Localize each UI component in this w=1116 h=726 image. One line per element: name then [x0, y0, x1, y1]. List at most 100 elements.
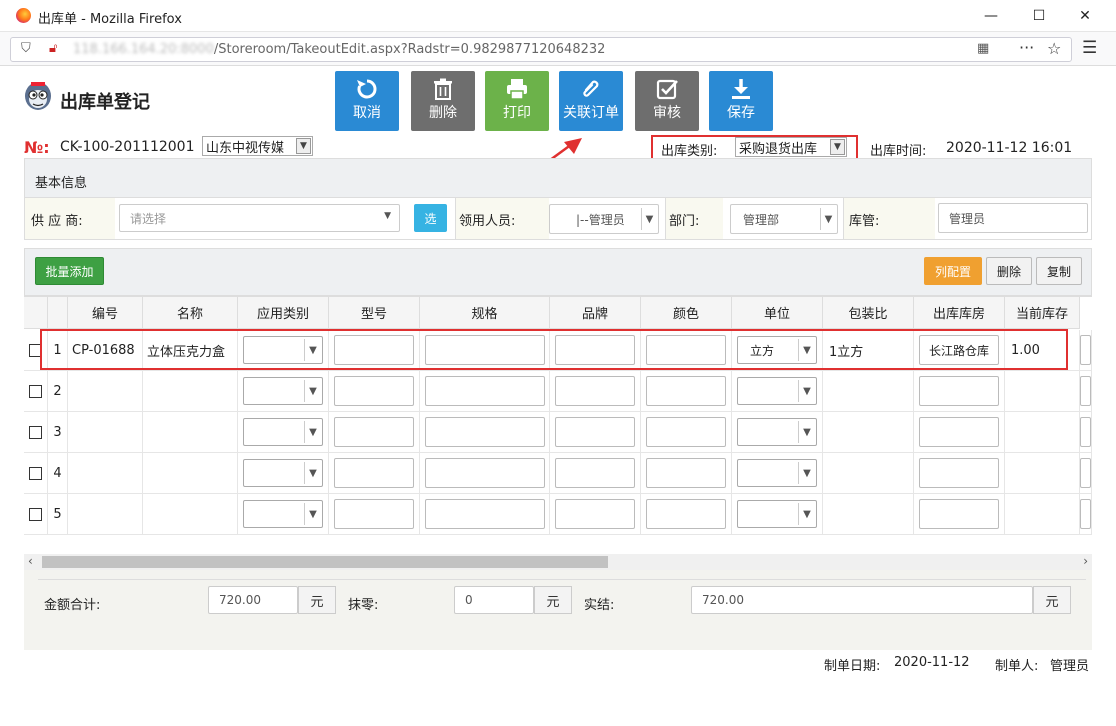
- category-select[interactable]: ▼: [243, 377, 323, 405]
- grid-header-cell[interactable]: 单位: [732, 297, 823, 329]
- grid-header-cell[interactable]: 出库库房: [914, 297, 1005, 329]
- minimize-icon[interactable]: —: [968, 0, 1014, 32]
- row-checkbox[interactable]: [29, 343, 42, 357]
- grid-delete-button[interactable]: 删除: [986, 257, 1032, 285]
- overflow-input[interactable]: [1080, 499, 1091, 529]
- room-cell: 长江路仓库: [914, 330, 1005, 371]
- time-value[interactable]: 2020-11-12 16:01: [946, 140, 1092, 160]
- room-picker[interactable]: [919, 376, 999, 406]
- brand-input[interactable]: [555, 499, 635, 529]
- final-field[interactable]: 720.00: [691, 586, 1033, 614]
- round-field[interactable]: 0: [454, 586, 534, 614]
- room-picker[interactable]: [919, 499, 999, 529]
- unit-select[interactable]: ▼: [737, 377, 817, 405]
- insecure-lock-icon[interactable]: 🔓︎: [49, 41, 57, 56]
- color-input[interactable]: [646, 417, 726, 447]
- model-input[interactable]: [334, 499, 414, 529]
- grid-header-cell[interactable]: 当前库存: [1005, 297, 1080, 329]
- brand-input[interactable]: [555, 458, 635, 488]
- grid-header-cell[interactable]: 名称: [143, 297, 238, 329]
- batch-add-button[interactable]: 批量添加: [35, 257, 104, 285]
- menu-icon[interactable]: ☰: [1082, 38, 1097, 58]
- company-select[interactable]: 山东中视传媒 ▼: [202, 136, 313, 156]
- brand-input[interactable]: [555, 376, 635, 406]
- category-select[interactable]: ▼: [243, 459, 323, 487]
- grid-header-cell[interactable]: 规格: [420, 297, 550, 329]
- row-checkbox[interactable]: [29, 466, 42, 480]
- column-config-button[interactable]: 列配置: [924, 257, 982, 285]
- room-picker[interactable]: [919, 417, 999, 447]
- model-input[interactable]: [334, 417, 414, 447]
- row-checkbox[interactable]: [29, 384, 42, 398]
- grid-header-cell[interactable]: 编号: [68, 297, 143, 329]
- grid-header-cell[interactable]: 颜色: [641, 297, 732, 329]
- category-select[interactable]: ▼: [243, 500, 323, 528]
- color-input[interactable]: [646, 458, 726, 488]
- model-input[interactable]: [334, 335, 414, 365]
- color-input[interactable]: [646, 499, 726, 529]
- room-picker[interactable]: [919, 458, 999, 488]
- spec-input[interactable]: [424, 376, 545, 406]
- spec-input[interactable]: [424, 335, 545, 365]
- overflow-input[interactable]: [1080, 376, 1091, 406]
- spec-input[interactable]: [424, 417, 545, 447]
- room-picker[interactable]: 长江路仓库: [919, 335, 999, 365]
- color-input[interactable]: [646, 376, 726, 406]
- row-checkbox[interactable]: [29, 425, 42, 439]
- delete-button[interactable]: 删除: [411, 71, 475, 131]
- spec-input[interactable]: [424, 499, 545, 529]
- overflow-input[interactable]: [1080, 458, 1091, 488]
- spec-input[interactable]: [424, 458, 545, 488]
- model-input[interactable]: [334, 376, 414, 406]
- dept-select[interactable]: 管理部 ▼: [730, 204, 838, 234]
- receiver-select[interactable]: |--管理员 ▼: [549, 204, 659, 234]
- maker-label: 制单人:: [995, 659, 1039, 674]
- download-icon: [732, 79, 750, 99]
- unit-select[interactable]: ▼: [737, 500, 817, 528]
- grid-header-cell[interactable]: 包装比: [823, 297, 914, 329]
- scroll-left-icon[interactable]: ‹: [28, 554, 33, 568]
- print-button[interactable]: 打印: [485, 71, 549, 131]
- row-checkbox[interactable]: [29, 507, 42, 521]
- more-actions-icon[interactable]: ···: [1019, 38, 1034, 57]
- unit-select[interactable]: 立方 ▼: [737, 336, 817, 364]
- bookmark-star-icon[interactable]: ☆: [1047, 39, 1061, 58]
- grid-header-cell[interactable]: 型号: [329, 297, 420, 329]
- url-field[interactable]: ⛉ 🔓︎ 118.166.164.20:8000/Storeroom/Takeo…: [10, 37, 1072, 62]
- keeper-field[interactable]: 管理员: [938, 203, 1088, 233]
- scrollbar-thumb[interactable]: [42, 556, 608, 568]
- grid-header-cell[interactable]: 品牌: [550, 297, 641, 329]
- close-icon[interactable]: ✕: [1062, 0, 1108, 32]
- supplier-select[interactable]: 请选择 ▼: [119, 204, 400, 232]
- overflow-input[interactable]: [1080, 335, 1091, 365]
- unit-select[interactable]: ▼: [737, 459, 817, 487]
- unit-cell: 立方 ▼: [732, 330, 823, 371]
- overflow-cell: [1080, 330, 1092, 371]
- scroll-right-icon[interactable]: ›: [1083, 554, 1088, 568]
- brand-cell: [550, 412, 641, 453]
- cancel-button[interactable]: 取消: [335, 71, 399, 131]
- overflow-input[interactable]: [1080, 417, 1091, 447]
- audit-button[interactable]: 审核: [635, 71, 699, 131]
- pick-supplier-button[interactable]: 选: [414, 204, 447, 232]
- brand-input[interactable]: [555, 335, 635, 365]
- shield-icon[interactable]: ⛉: [21, 41, 31, 56]
- horizontal-scrollbar[interactable]: ‹ ›: [24, 554, 1092, 570]
- total-field[interactable]: 720.00: [208, 586, 298, 614]
- link-order-button[interactable]: 关联订单: [559, 71, 623, 131]
- dept-label: 部门:: [669, 214, 700, 229]
- grid-copy-button[interactable]: 复制: [1036, 257, 1082, 285]
- qr-code-icon[interactable]: ▦: [977, 41, 989, 56]
- item-name: [143, 494, 238, 535]
- type-select[interactable]: 采购退货出库 ▼: [735, 137, 847, 157]
- model-input[interactable]: [334, 458, 414, 488]
- unit-value: 立方: [750, 343, 775, 358]
- unit-select[interactable]: ▼: [737, 418, 817, 446]
- color-input[interactable]: [646, 335, 726, 365]
- save-button[interactable]: 保存: [709, 71, 773, 131]
- maximize-icon[interactable]: ☐: [1016, 0, 1062, 32]
- grid-header-cell[interactable]: 应用类别: [238, 297, 329, 329]
- category-select[interactable]: ▼: [243, 418, 323, 446]
- category-select[interactable]: ▼: [243, 336, 323, 364]
- brand-input[interactable]: [555, 417, 635, 447]
